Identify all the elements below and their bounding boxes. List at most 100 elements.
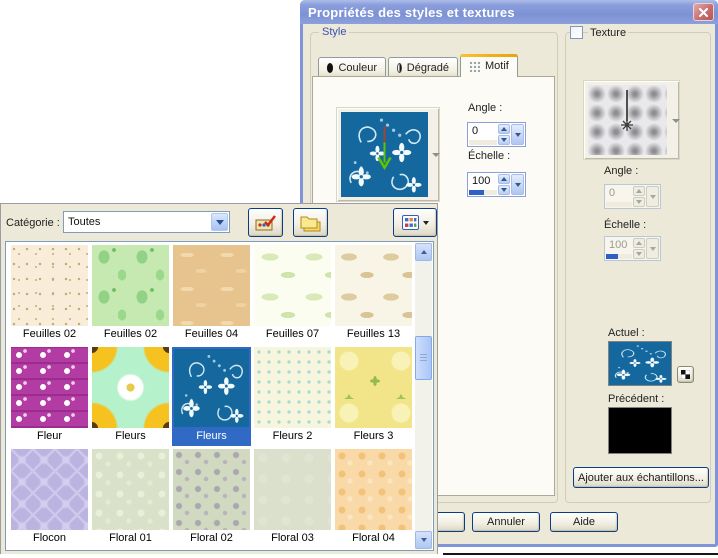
close-button[interactable] — [693, 3, 714, 21]
swatch-label: Fleurs 3 — [353, 430, 394, 442]
swatch-image — [254, 245, 331, 326]
swatch-label: Fleur — [36, 430, 63, 442]
add-to-swatches-button[interactable]: Ajouter aux échantillons... — [573, 467, 709, 488]
texture-scale-spinner: 100 — [604, 236, 661, 261]
pattern-list-scrollbar[interactable] — [415, 243, 432, 549]
swatch-cell-2[interactable]: Feuilles 02 — [91, 245, 170, 344]
swatch-label: Feuilles 02 — [22, 328, 77, 340]
swatch-cell-11[interactable]: Flocon — [10, 449, 89, 548]
view-mode-button[interactable] — [393, 208, 437, 237]
texture-angle-up-button — [633, 186, 645, 196]
folders-button[interactable] — [293, 208, 328, 237]
scale-label: Échelle : — [468, 150, 511, 162]
texture-checkbox[interactable] — [570, 26, 583, 39]
tab-motif[interactable]: Motif — [460, 54, 518, 77]
swatch-cell-5[interactable]: Feuilles 13 — [334, 245, 413, 344]
swatch-manager-icon — [255, 214, 276, 230]
scale-slider[interactable] — [469, 190, 497, 195]
swatch-image — [11, 449, 88, 530]
swatch-label: Feuilles 13 — [346, 328, 401, 340]
swatch-label: Feuilles 04 — [184, 328, 239, 340]
angle-slider[interactable] — [469, 140, 497, 145]
tab-couleur[interactable]: Couleur — [318, 57, 386, 77]
texture-angle-dropdown-button — [646, 186, 659, 207]
texture-angle-arrow-icon — [621, 90, 633, 131]
swatch-label: Fleurs — [196, 430, 227, 442]
pattern-picker-window: Catégorie : Toutes Feuilles 02 Feuilles … — [0, 203, 438, 554]
cancel-button[interactable]: Annuler — [472, 512, 540, 532]
add-to-swatches-label: Ajouter aux échantillons... — [578, 471, 704, 484]
texture-scale-dropdown-button — [646, 238, 659, 259]
swatch-cell-15[interactable]: Floral 04 — [334, 449, 413, 548]
manage-swatches-button[interactable] — [248, 208, 283, 237]
angle-value[interactable]: 0 — [469, 124, 497, 139]
texture-angle-down-button — [633, 197, 645, 207]
swatch-cell-10[interactable]: Fleurs 3 — [334, 347, 413, 446]
swatch-image — [173, 245, 250, 326]
swatch-cell-12[interactable]: Floral 01 — [91, 449, 170, 548]
swatch-image — [173, 449, 250, 530]
view-mode-dropdown-arrow — [422, 220, 429, 225]
swatch-image — [335, 449, 412, 530]
angle-down-button[interactable] — [498, 135, 510, 145]
swatch-label: Fleurs — [115, 430, 146, 442]
preview-dropdown-arrow[interactable] — [432, 153, 440, 157]
texture-preview-dropdown-arrow[interactable] — [672, 119, 680, 123]
swatch-image — [11, 347, 88, 428]
dialog-titlebar[interactable]: Propriétés des styles et textures — [300, 0, 718, 24]
previous-label: Précédent : — [608, 393, 665, 405]
pattern-preview-button[interactable] — [336, 107, 440, 202]
texture-angle-label: Angle : — [604, 165, 639, 177]
scroll-up-button[interactable] — [415, 243, 432, 261]
angle-dropdown-button[interactable] — [511, 124, 524, 145]
swatch-cell-6[interactable]: Fleur — [10, 347, 89, 446]
blue-floral-pattern — [181, 354, 245, 424]
blue-floral-pattern — [614, 344, 667, 384]
texture-preview-image — [588, 85, 667, 155]
category-dropdown-button[interactable] — [211, 213, 228, 231]
scale-up-button[interactable] — [498, 174, 510, 184]
category-value: Toutes — [68, 216, 101, 228]
swatch-cell-1[interactable]: Feuilles 02 — [10, 245, 89, 344]
swatch-label: Floral 02 — [190, 532, 233, 544]
texture-label: Texture — [588, 27, 629, 39]
category-combobox[interactable]: Toutes — [63, 211, 230, 233]
angle-up-button[interactable] — [498, 124, 510, 134]
texture-preview-button[interactable] — [583, 80, 680, 160]
scroll-down-button[interactable] — [415, 531, 432, 549]
scale-spinner[interactable]: 100 — [467, 172, 526, 197]
help-button[interactable]: Aide — [550, 512, 618, 532]
swatch-image — [92, 245, 169, 326]
dialog-title: Propriétés des styles et textures — [308, 4, 515, 20]
swatch-label: Fleurs 2 — [272, 430, 313, 442]
scale-down-button[interactable] — [498, 185, 510, 195]
tab-degrade[interactable]: Dégradé — [388, 57, 458, 77]
swatch-cell-8-selected[interactable]: Fleurs — [172, 347, 251, 446]
pattern-grid-icon — [469, 60, 480, 72]
swatch-cell-7[interactable]: Fleurs — [91, 347, 170, 446]
swatch-label: Floral 01 — [109, 532, 152, 544]
swatch-cell-14[interactable]: Floral 03 — [253, 449, 332, 548]
scale-dropdown-button[interactable] — [511, 174, 524, 195]
swatch-image — [335, 245, 412, 326]
previous-pattern-swatch — [608, 407, 672, 454]
swatch-cell-9[interactable]: Fleurs 2 — [253, 347, 332, 446]
swatch-cell-3[interactable]: Feuilles 04 — [172, 245, 251, 344]
color-circle-icon — [327, 62, 334, 73]
swatch-cell-4[interactable]: Feuilles 07 — [253, 245, 332, 344]
swatch-cell-13[interactable]: Floral 02 — [172, 449, 251, 548]
texture-angle-spinner: 0 — [604, 184, 661, 209]
texture-scale-up-button — [633, 238, 645, 248]
swatch-image — [174, 349, 249, 427]
scroll-thumb[interactable] — [415, 336, 432, 380]
gradient-circle-icon — [397, 62, 402, 73]
scale-value[interactable]: 100 — [469, 174, 497, 189]
background-edge-line — [443, 553, 718, 555]
category-label: Catégorie : — [6, 217, 60, 229]
transparency-toggle-button[interactable] — [677, 366, 694, 383]
texture-angle-slider — [606, 202, 632, 207]
angle-spinner[interactable]: 0 — [467, 122, 526, 147]
texture-scale-down-button — [633, 249, 645, 259]
tab-motif-label: Motif — [485, 60, 509, 72]
swatch-image — [92, 347, 169, 428]
